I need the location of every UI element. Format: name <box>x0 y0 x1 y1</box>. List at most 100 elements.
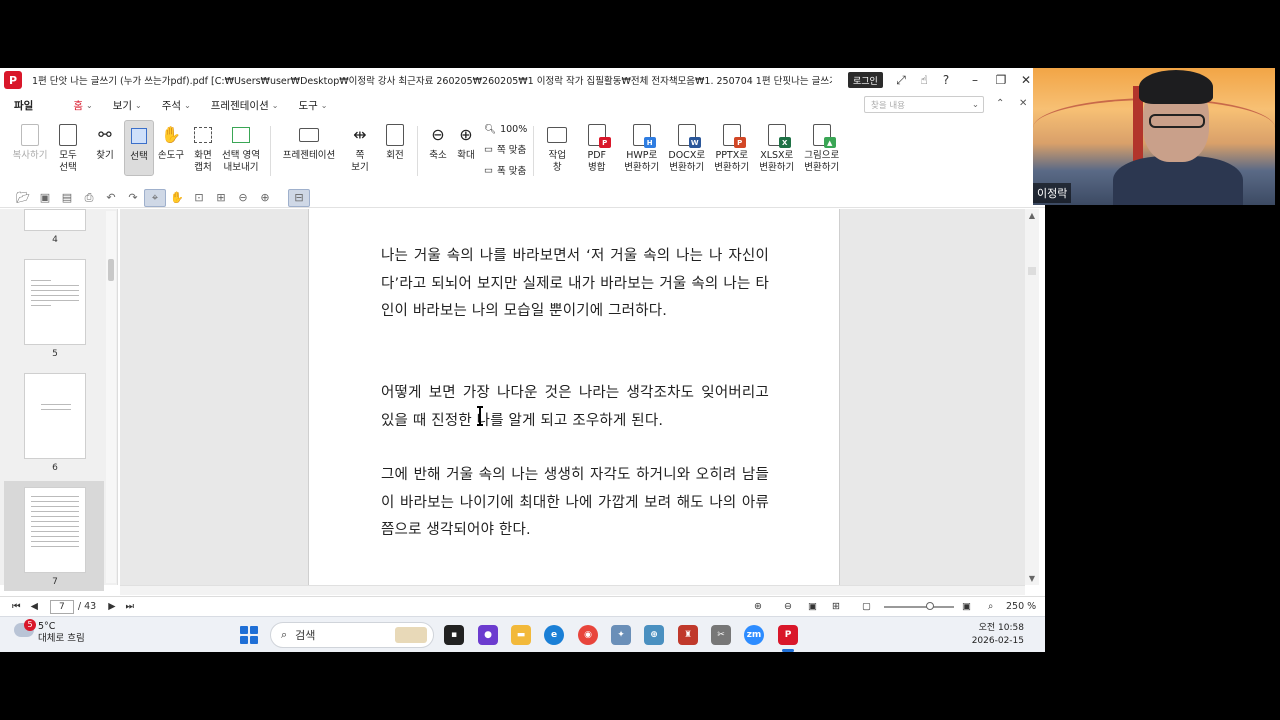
docx-convert-button[interactable]: W DOCX로 변환하기 <box>664 120 709 174</box>
page-number-input[interactable]: 7 <box>49 599 74 614</box>
zoom-box-icon[interactable]: ▣ <box>962 601 971 612</box>
page-view-button[interactable]: ⇹ 쪽 보기 <box>341 120 379 174</box>
windows-start-icon[interactable] <box>240 626 258 644</box>
thumbnail-page-5[interactable] <box>24 259 86 345</box>
app-icon-c[interactable]: ♜ <box>678 625 698 645</box>
chevron-down-icon: ⌄ <box>86 100 93 110</box>
zoom-100-button[interactable]: 🔍︎ 100% <box>484 124 527 135</box>
zoom-slider-knob[interactable] <box>926 602 934 610</box>
zoom-out-status-icon[interactable]: ⊖ <box>784 601 792 612</box>
pptx-convert-button[interactable]: P PPTX로 변환하기 <box>709 120 754 174</box>
select-tool-button[interactable]: 선택 <box>124 120 154 176</box>
copy-button[interactable]: 복사하기 <box>10 120 50 162</box>
find-button[interactable]: ⚯ 찾기 <box>86 120 124 162</box>
single-page-icon[interactable]: ▣ <box>808 601 817 612</box>
scroll-thumb[interactable] <box>1028 267 1036 275</box>
menu-presentation[interactable]: 프레젠테이션 ⌄ <box>211 98 279 113</box>
rotate-button[interactable]: 회전 <box>379 120 411 162</box>
image-convert-button[interactable]: ▲ 그림으로 변환하기 <box>799 120 844 174</box>
scroll-up-icon[interactable]: ▲ <box>1025 211 1039 220</box>
pdf-merge-button[interactable]: P PDF 병합 <box>574 120 619 174</box>
terminal-app-icon[interactable]: ▪ <box>444 625 464 645</box>
panel-icon[interactable]: ⊟ <box>288 188 310 207</box>
select-text-icon[interactable]: ⌖ <box>144 188 166 207</box>
m365-app-icon[interactable]: ● <box>478 625 498 645</box>
weather-widget[interactable]: 5 5°C 대체로 흐림 <box>14 619 85 645</box>
touch-icon[interactable]: ☝ <box>915 71 933 89</box>
close-doc-icon[interactable]: ✕ <box>1019 98 1027 109</box>
chevron-down-icon[interactable]: ⌄ <box>972 100 979 110</box>
undo-icon[interactable]: ↶ <box>100 191 122 204</box>
area-icon[interactable]: ⊞ <box>210 191 232 204</box>
pdf-app-icon[interactable]: P <box>778 625 798 645</box>
app-icon-b[interactable]: ⊕ <box>644 625 664 645</box>
zoom-in-small-icon[interactable]: ⊕ <box>254 191 276 204</box>
app-icon-a[interactable]: ✦ <box>611 625 631 645</box>
ribbon-divider <box>270 126 271 176</box>
screen-capture-icon <box>192 124 214 146</box>
print-icon[interactable]: ⎙ <box>78 191 100 205</box>
system-clock[interactable]: 오전 10:58 2026-02-15 <box>968 622 1024 648</box>
help-icon[interactable]: ? <box>937 71 955 89</box>
document-view[interactable]: 나는 거울 속의 나를 바라보면서 ‘저 거울 속의 나는 나 자신이다’라고 … <box>120 209 1025 585</box>
document-scrollbar[interactable]: ▲ ▼ <box>1025 209 1039 585</box>
taskbar-search[interactable]: ⌕ 검색 <box>270 622 434 648</box>
presentation-button[interactable]: 프레젠테이션 <box>277 120 341 162</box>
task-pane-icon <box>546 124 568 146</box>
zoom-in-button[interactable]: ⊕ 확대 <box>452 120 480 162</box>
scroll-down-icon[interactable]: ▼ <box>1025 574 1039 583</box>
search-highlight-icon <box>395 627 427 643</box>
expand-icon[interactable]: ⤢ <box>892 71 910 89</box>
app-icon-d[interactable]: ✂ <box>711 625 731 645</box>
task-pane-button[interactable]: 작업 창 <box>540 120 574 174</box>
minimize-icon[interactable]: – <box>966 71 984 89</box>
fit-page-button[interactable]: ▭ 쪽 맞춤 <box>484 142 527 157</box>
open-folder-icon[interactable]: 📂︎ <box>12 191 34 204</box>
thumbnail-scroll-thumb[interactable] <box>108 259 114 281</box>
chrome-browser-icon[interactable]: ◉ <box>578 625 598 645</box>
menu-home[interactable]: 홈 ⌄ <box>73 98 92 113</box>
thumbnail-page-4[interactable] <box>24 209 86 231</box>
save-icon[interactable]: ▣ <box>34 191 56 204</box>
zoom-app-icon[interactable]: zm <box>744 625 764 645</box>
export-area-button[interactable]: 선택 영역 내보내기 <box>218 120 264 174</box>
zoom-out-button[interactable]: ⊖ 축소 <box>424 120 452 162</box>
find-input[interactable]: 찾을 내용 ⌄ <box>864 96 984 113</box>
login-button[interactable]: 로그인 <box>848 72 883 88</box>
hand-tool-button[interactable]: ✋ 손도구 <box>154 120 188 162</box>
snapshot-icon[interactable]: ⊡ <box>188 191 210 204</box>
select-all-button[interactable]: 모두 선택 <box>50 120 86 174</box>
screen-capture-button[interactable]: 화면 캡처 <box>188 120 218 174</box>
weather-alert-badge: 5 <box>24 619 36 631</box>
view-mode-icon[interactable]: ⊛ <box>754 601 762 612</box>
first-page-icon[interactable]: ⏮ <box>12 601 21 612</box>
menu-annotate[interactable]: 주석 ⌄ <box>162 98 191 113</box>
xlsx-convert-button[interactable]: X XLSX로 변환하기 <box>754 120 799 174</box>
last-page-icon[interactable]: ⏭ <box>126 601 135 612</box>
zoom-slider[interactable] <box>884 602 954 610</box>
two-page-icon[interactable]: ⊞ <box>832 601 840 612</box>
window-title: 1편 단앗 나는 글쓰기 (누가 쓰는가pdf).pdf [C:₩Users₩u… <box>32 76 832 87</box>
fit-width-button[interactable]: ▭ 폭 맞춤 <box>484 163 527 178</box>
hand-small-icon[interactable]: ✋ <box>166 191 188 204</box>
thumbnail-page-6[interactable] <box>24 373 86 459</box>
menu-file[interactable]: 파일 <box>14 98 33 113</box>
restore-icon[interactable]: ❐ <box>992 71 1010 89</box>
fit-icon[interactable]: ▢ <box>862 601 871 612</box>
redo-icon[interactable]: ↷ <box>122 191 144 204</box>
save-as-icon[interactable]: ▤ <box>56 191 78 204</box>
collapse-ribbon-icon[interactable]: ⌃ <box>996 98 1004 109</box>
hwp-convert-button[interactable]: H HWP로 변환하기 <box>619 120 664 174</box>
zoom-out-small-icon[interactable]: ⊖ <box>232 191 254 204</box>
horizontal-scrollbar[interactable] <box>120 585 1025 595</box>
zoom-magnifier-icon[interactable]: ⌕ <box>988 601 993 612</box>
thumbnail-scrollbar[interactable] <box>106 211 116 583</box>
docx-convert-icon: W <box>676 124 701 148</box>
menu-tools[interactable]: 도구 ⌄ <box>298 98 327 113</box>
file-explorer-icon[interactable]: ▬ <box>511 625 531 645</box>
menu-view[interactable]: 보기 ⌄ <box>113 98 142 113</box>
thumbnail-page-7[interactable] <box>24 487 86 573</box>
next-page-icon[interactable]: ▶ <box>108 601 115 612</box>
prev-page-icon[interactable]: ◀ <box>31 601 38 612</box>
edge-browser-icon[interactable]: e <box>544 625 564 645</box>
